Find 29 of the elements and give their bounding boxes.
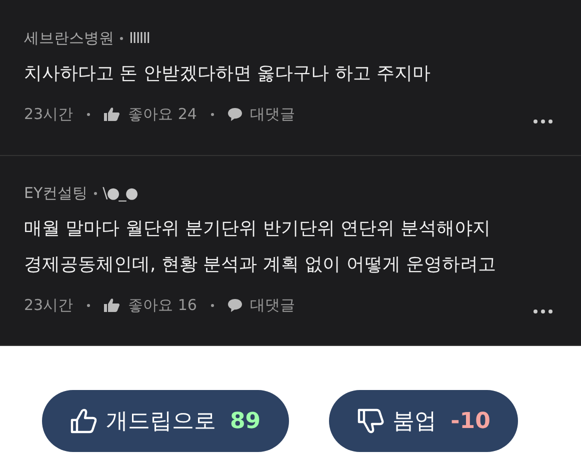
downvote-button[interactable]: 붐업 -10 bbox=[328, 390, 518, 452]
speech-bubble-icon[interactable] bbox=[228, 298, 242, 312]
thumbs-down-icon bbox=[356, 408, 385, 434]
separator-dot bbox=[94, 192, 97, 194]
more-options-icon[interactable] bbox=[533, 309, 553, 314]
comment-text: 치사하다고 돈 안받겠다하면 옳다구나 하고 주지마 bbox=[24, 62, 432, 86]
thumbs-up-icon bbox=[70, 408, 98, 434]
nickname: IIIIII bbox=[129, 28, 150, 48]
like-count[interactable]: 좋아요 16 bbox=[128, 295, 197, 315]
thumbs-up-icon[interactable] bbox=[104, 298, 120, 312]
separator-dot bbox=[87, 112, 90, 116]
reply-link[interactable]: 대댓글 bbox=[250, 295, 295, 315]
nickname: \●_● bbox=[102, 183, 138, 203]
separator-dot bbox=[87, 304, 90, 306]
separator-dot bbox=[120, 36, 123, 40]
author-name[interactable]: EY컨설팅 bbox=[24, 183, 88, 203]
comment-text: 경제공동체인데, 현황 분석과 계획 없이 어떻게 운영하려고 bbox=[24, 253, 498, 277]
comment-text: 매월 말마다 월단위 분기단위 반기단위 연단위 분석해야지 bbox=[24, 217, 492, 241]
author-name[interactable]: 세브란스병원 bbox=[24, 28, 114, 48]
comment-time: 23시간 bbox=[24, 104, 74, 124]
separator-dot bbox=[210, 304, 214, 306]
upvote-button[interactable]: 개드립으로 89 bbox=[42, 390, 289, 452]
like-count[interactable]: 좋아요 24 bbox=[128, 104, 197, 124]
comment-time: 23시간 bbox=[24, 295, 74, 315]
more-options-icon[interactable] bbox=[533, 119, 553, 124]
reply-link[interactable]: 대댓글 bbox=[250, 104, 295, 124]
speech-bubble-icon[interactable] bbox=[228, 108, 242, 120]
separator-dot bbox=[210, 112, 214, 116]
thumbs-up-icon[interactable] bbox=[104, 107, 120, 121]
